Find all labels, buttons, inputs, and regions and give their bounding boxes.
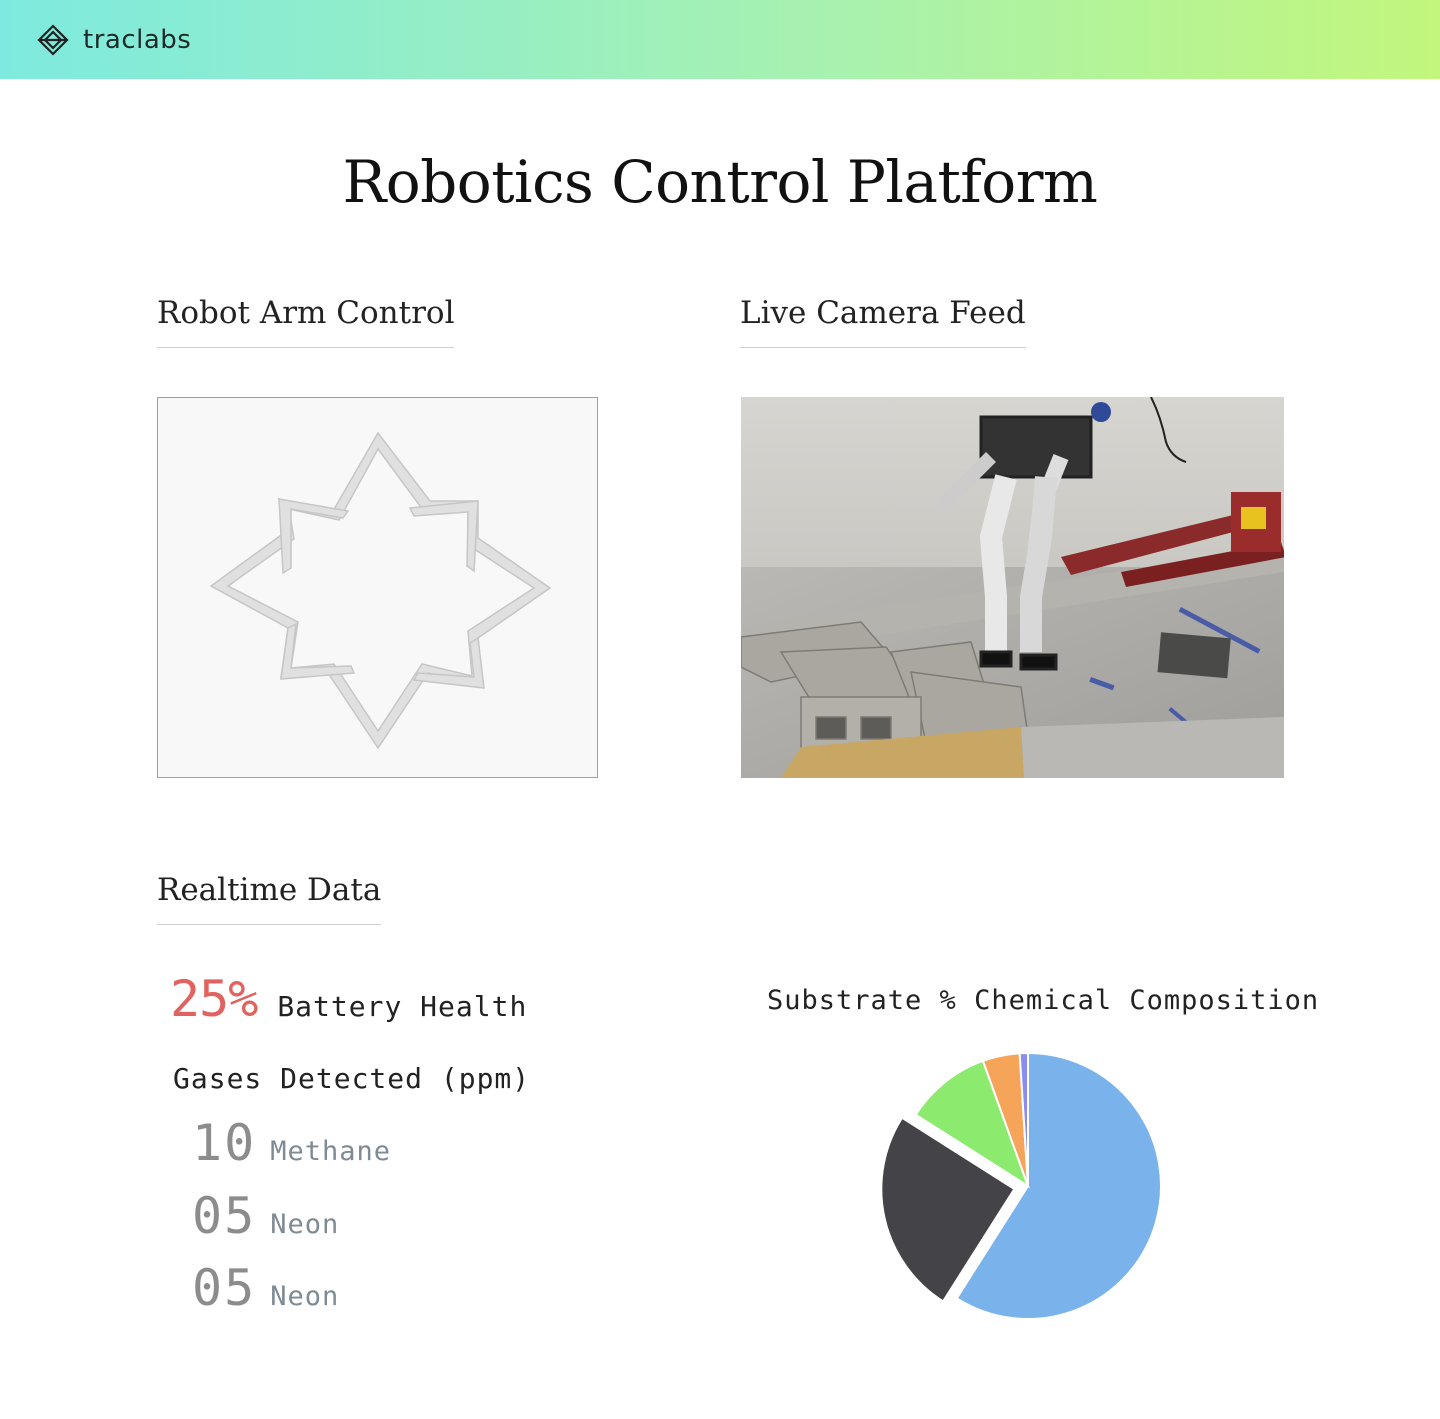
- gases-detected-title: Gases Detected (ppm): [173, 1062, 531, 1095]
- realtime-data-heading: Realtime Data: [157, 872, 382, 925]
- gas-value: 05: [192, 1259, 257, 1317]
- gas-name: Neon: [270, 1209, 340, 1240]
- page-title: Robotics Control Platform: [342, 148, 1098, 216]
- live-camera-feed-heading: Live Camera Feed: [740, 295, 1026, 348]
- composition-chart-title: Substrate % Chemical Composition: [767, 985, 1320, 1016]
- robot-arm-control-canvas[interactable]: [157, 397, 598, 778]
- battery-health-label: Battery Health: [277, 990, 528, 1023]
- gas-row-methane: 10 Methane: [192, 1114, 391, 1172]
- gas-value: 05: [192, 1187, 257, 1245]
- composition-pie-chart: [880, 1051, 1162, 1320]
- robot-arm-control-heading: Robot Arm Control: [157, 295, 455, 348]
- arm-segment-top-right: [408, 500, 479, 573]
- arm-star-diagram: [209, 431, 552, 750]
- arm-segment-top-left: [278, 498, 350, 575]
- floor-drain: [1157, 632, 1231, 679]
- gas-name: Methane: [270, 1136, 392, 1167]
- arm-segment-bottom-right: [412, 636, 485, 689]
- battery-health-value: 25%: [170, 970, 258, 1028]
- gas-value: 10: [192, 1114, 257, 1172]
- arm-segment-bottom-left: [280, 622, 356, 680]
- battery-health-readout: 25% Battery Health: [170, 970, 527, 1028]
- diamond-layers-icon: [37, 24, 69, 56]
- gas-row-neon: 05 Neon: [192, 1259, 339, 1317]
- gas-name: Neon: [270, 1281, 340, 1312]
- brand-name: traclabs: [83, 25, 192, 55]
- live-camera-feed-image: [741, 397, 1284, 778]
- star-outline-shape: [209, 431, 552, 750]
- gas-row-neon: 05 Neon: [192, 1187, 339, 1245]
- brand-home-link[interactable]: traclabs: [37, 24, 191, 56]
- top-bar: traclabs: [0, 0, 1440, 79]
